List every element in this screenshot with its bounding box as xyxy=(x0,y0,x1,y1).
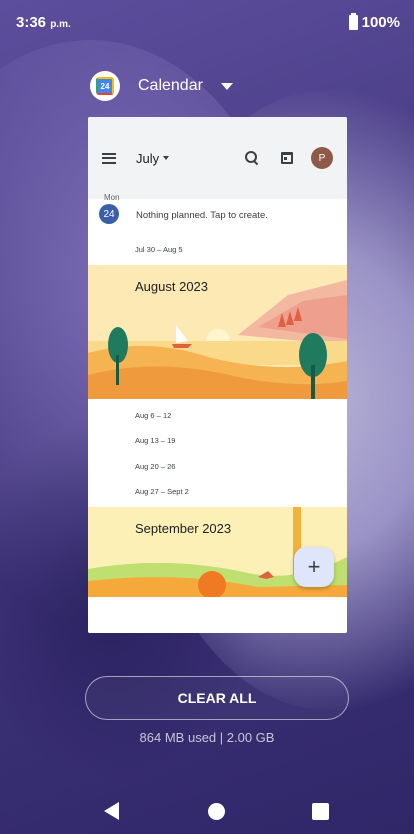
clear-all-button[interactable]: CLEAR ALL xyxy=(85,676,349,720)
navigation-bar xyxy=(0,790,414,834)
chevron-down-icon[interactable] xyxy=(220,82,233,90)
recent-app-header[interactable]: 24 Calendar xyxy=(90,70,233,102)
status-time: 3:36 p.m. xyxy=(16,14,71,31)
month-title-august: August 2023 xyxy=(135,279,209,294)
status-bar: 3:36 p.m. 100% xyxy=(0,0,414,44)
app-name: Calendar xyxy=(138,77,203,94)
weekday-label: Mon xyxy=(104,193,120,202)
week-range: Aug 13 – 19 xyxy=(135,436,176,445)
recents-icon[interactable] xyxy=(312,803,329,820)
search-icon[interactable] xyxy=(245,151,259,165)
today-icon[interactable] xyxy=(281,152,293,164)
august-illustration xyxy=(88,265,347,399)
no-events-message[interactable]: Nothing planned. Tap to create. xyxy=(136,210,268,221)
battery-icon xyxy=(348,13,358,30)
create-event-button[interactable]: + xyxy=(294,547,334,587)
month-selector[interactable]: July xyxy=(136,151,170,166)
battery-status: 100% xyxy=(348,13,400,31)
calendar-toolbar: July P xyxy=(88,117,347,199)
menu-icon[interactable] xyxy=(102,152,116,164)
memory-usage: 864 MB used | 2.00 GB xyxy=(139,730,275,745)
card-fade xyxy=(88,597,347,633)
august-banner: August 2023 xyxy=(88,265,347,399)
calendar-app-icon[interactable]: 24 xyxy=(90,71,120,101)
caret-down-icon xyxy=(163,156,170,160)
week-range: Aug 27 – Sept 2 xyxy=(135,487,189,496)
avatar[interactable]: P xyxy=(311,147,333,169)
week-range: Aug 20 – 26 xyxy=(135,462,176,471)
home-icon[interactable] xyxy=(208,803,225,820)
today-date-bubble[interactable]: 24 xyxy=(99,204,119,224)
back-icon[interactable] xyxy=(104,802,119,820)
battery-percent: 100% xyxy=(361,14,400,31)
month-title-september: September 2023 xyxy=(135,521,232,536)
week-range: Aug 6 – 12 xyxy=(135,411,172,420)
week-range: Jul 30 – Aug 5 xyxy=(135,245,183,254)
